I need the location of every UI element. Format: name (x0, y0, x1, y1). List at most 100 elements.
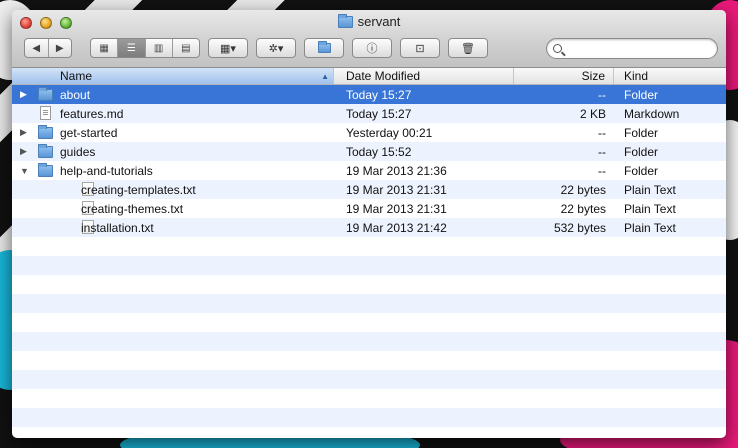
disclosure-expanded-icon[interactable]: ▼ (20, 166, 29, 176)
file-name-label: get-started (60, 125, 118, 140)
date-modified-cell: Today 15:52 (346, 144, 412, 159)
date-modified-cell: Yesterday 00:21 (346, 125, 433, 140)
delete-button[interactable]: 🗑 (448, 38, 488, 58)
window-title-text: servant (357, 14, 401, 29)
window-title: servant (12, 13, 726, 29)
size-cell: 22 bytes (560, 182, 606, 197)
back-forward-control: ◀ ▶ (24, 38, 72, 58)
file-name-label: features.md (60, 106, 124, 121)
list-view-button[interactable]: ☰ (118, 39, 146, 57)
file-name-cell: ▶ guides (12, 142, 334, 161)
kind-cell: Plain Text (624, 182, 676, 197)
file-name-cell: features.md (12, 104, 334, 123)
file-name-label: creating-themes.txt (81, 201, 184, 216)
size-cell: -- (598, 87, 606, 102)
disclosure-collapsed-icon[interactable]: ▶ (20, 89, 27, 100)
size-cell: -- (598, 125, 606, 140)
search-icon (553, 44, 562, 53)
back-button[interactable]: ◀ (25, 39, 49, 57)
column-header: Name ▲ Date Modified Size Kind (12, 68, 726, 85)
header-name-label: Name (60, 69, 93, 83)
file-row[interactable]: creating-themes.txt 19 Mar 2013 21:31 22 b… (12, 199, 726, 218)
date-modified-cell: 19 Mar 2013 21:31 (346, 201, 447, 216)
coverflow-view-button[interactable]: ▤ (173, 39, 199, 57)
header-date-modified[interactable]: Date Modified (334, 68, 514, 84)
toolbar-buttons: ◀ ▶ ▦ ☰ ▥ ▤ ▦▾ ✲▾ ⓘ ⊡ 🗑 (20, 38, 718, 60)
folder-icon (38, 163, 53, 180)
kind-cell: Folder (624, 163, 659, 178)
search-input[interactable] (566, 42, 706, 55)
empty-row (12, 332, 726, 351)
size-cell: 532 bytes (553, 220, 606, 235)
kind-cell: Markdown (624, 106, 680, 121)
column-view-button[interactable]: ▥ (146, 39, 173, 57)
empty-row (12, 389, 726, 408)
date-modified-cell: 19 Mar 2013 21:42 (346, 220, 447, 235)
forward-button[interactable]: ▶ (49, 39, 72, 57)
file-name-label: installation.txt (81, 220, 154, 235)
empty-row (12, 256, 726, 275)
header-kind[interactable]: Kind (614, 68, 726, 84)
empty-row (12, 313, 726, 332)
file-row[interactable]: ▶ guides Today 15:52 -- Folder (12, 142, 726, 161)
kind-cell: Folder (624, 125, 659, 140)
date-modified-cell: 19 Mar 2013 21:31 (346, 182, 447, 197)
finder-window: servant ◀ ▶ ▦ ☰ ▥ ▤ ▦▾ ✲▾ ⓘ ⊡ 🗑 Name ▲ D… (12, 10, 726, 438)
kind-cell: Folder (624, 144, 659, 159)
size-cell: -- (598, 163, 606, 178)
folder-icon (38, 144, 53, 161)
get-info-button[interactable]: ⓘ (352, 38, 392, 58)
date-modified-cell: 19 Mar 2013 21:36 (346, 163, 447, 178)
file-name-label: about (60, 87, 91, 102)
new-folder-button[interactable] (304, 38, 344, 58)
file-row[interactable]: features.md Today 15:27 2 KB Markdown (12, 104, 726, 123)
empty-row (12, 237, 726, 256)
markdown-file-icon (40, 106, 51, 123)
file-name-cell: creating-themes.txt (12, 199, 334, 218)
header-name[interactable]: Name ▲ (12, 68, 334, 84)
disclosure-collapsed-icon[interactable]: ▶ (20, 146, 27, 157)
kind-cell: Plain Text (624, 201, 676, 216)
size-cell: 2 KB (579, 106, 606, 121)
file-name-label: creating-templates.txt (81, 182, 196, 197)
file-row[interactable]: ▶ get-started Yesterday 00:21 -- Folder (12, 123, 726, 142)
file-name-cell: creating-templates.txt (12, 180, 334, 199)
view-mode-control: ▦ ☰ ▥ ▤ (90, 38, 200, 58)
file-name-cell: ▶ get-started (12, 123, 334, 142)
folder-icon (38, 125, 53, 142)
empty-row (12, 275, 726, 294)
icon-view-button[interactable]: ▦ (91, 39, 119, 57)
file-row[interactable]: creating-templates.txt 19 Mar 2013 21:31 2… (12, 180, 726, 199)
new-folder-icon (317, 41, 331, 53)
empty-row (12, 408, 726, 427)
header-size[interactable]: Size (514, 68, 614, 84)
search-field[interactable] (546, 38, 718, 59)
file-row[interactable]: installation.txt 19 Mar 2013 21:42 532 byt… (12, 218, 726, 237)
file-name-label: guides (60, 144, 96, 159)
kind-cell: Plain Text (624, 220, 676, 235)
empty-row (12, 294, 726, 313)
file-name-label: help-and-tutorials (60, 163, 153, 178)
folder-icon (38, 87, 53, 104)
kind-cell: Folder (624, 87, 659, 102)
connect-server-button[interactable]: ⊡ (400, 38, 440, 58)
disclosure-collapsed-icon[interactable]: ▶ (20, 127, 27, 138)
file-list: ▶ about Today 15:27 -- Folder features.md Toda… (12, 85, 726, 438)
arrange-button[interactable]: ▦▾ (208, 38, 248, 58)
file-row[interactable]: ▼ help-and-tutorials 19 Mar 2013 21:36 -- Fo… (12, 161, 726, 180)
size-cell: -- (598, 144, 606, 159)
date-modified-cell: Today 15:27 (346, 106, 412, 121)
folder-icon (337, 13, 353, 28)
empty-row (12, 370, 726, 389)
toolbar: servant ◀ ▶ ▦ ☰ ▥ ▤ ▦▾ ✲▾ ⓘ ⊡ 🗑 (12, 10, 726, 68)
date-modified-cell: Today 15:27 (346, 87, 412, 102)
size-cell: 22 bytes (560, 201, 606, 216)
sort-ascending-icon: ▲ (321, 71, 329, 81)
file-name-cell: ▶ about (12, 85, 334, 104)
empty-row (12, 427, 726, 438)
action-button[interactable]: ✲▾ (256, 38, 296, 58)
file-name-cell: installation.txt (12, 218, 334, 237)
empty-row (12, 351, 726, 370)
file-row[interactable]: ▶ about Today 15:27 -- Folder (12, 85, 726, 104)
file-name-cell: ▼ help-and-tutorials (12, 161, 334, 180)
